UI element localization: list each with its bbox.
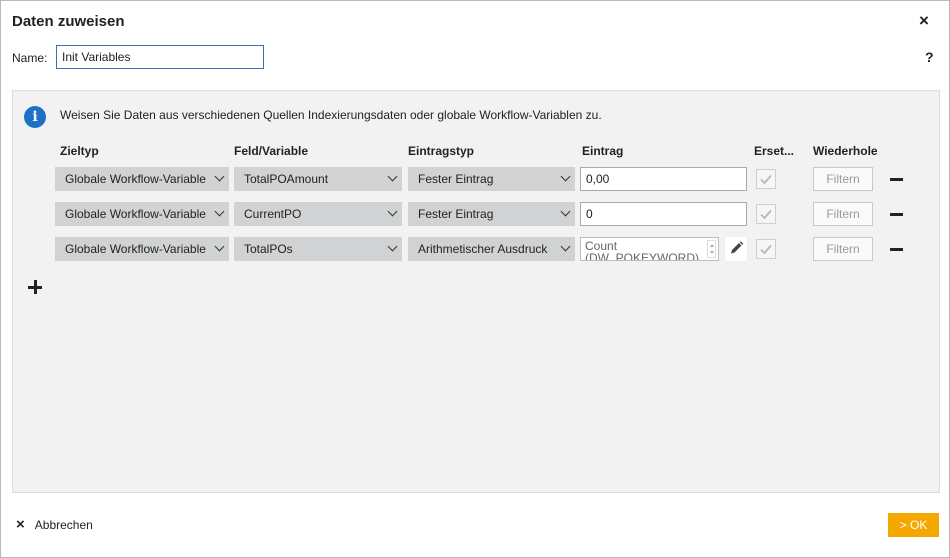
eintragstyp-select[interactable]: Fester Eintrag [408,202,575,226]
info-icon: i [24,106,46,128]
column-header-feld-variable: Feld/Variable [234,144,309,158]
zieltyp-value: Globale Workflow-Variable [65,172,206,186]
ok-button[interactable]: > OK [888,513,939,537]
ersetzen-checkbox[interactable] [756,169,776,189]
eintragstyp-value: Fester Eintrag [418,207,494,221]
add-row-icon[interactable] [28,280,42,294]
ersetzen-checkbox[interactable] [756,239,776,259]
eintragstyp-value: Arithmetischer Ausdruck [418,242,548,256]
zieltyp-select[interactable]: Globale Workflow-Variable [55,237,229,261]
assign-data-dialog: Daten zuweisen × Name: ? i Weisen Sie Da… [0,0,950,558]
filter-button[interactable]: Filtern [813,202,873,226]
filter-button[interactable]: Filtern [813,167,873,191]
expression-value: Count (DW_POKEYWORD) [585,239,699,261]
eintragstyp-select[interactable]: Fester Eintrag [408,167,575,191]
remove-row-icon[interactable] [890,213,903,216]
zieltyp-value: Globale Workflow-Variable [65,242,206,256]
check-icon [760,244,772,255]
close-icon[interactable]: × [919,11,929,31]
chevron-down-icon [560,241,571,252]
feld-variable-value: CurrentPO [244,207,302,221]
chevron-down-icon [560,206,571,217]
assignment-panel: i Weisen Sie Daten aus verschiedenen Que… [12,90,940,493]
chevron-down-icon [214,241,225,252]
column-header-ersetzen: Erset... [754,144,795,158]
chevron-down-icon [387,241,398,252]
check-icon [760,174,772,185]
filter-button[interactable]: Filtern [813,237,873,261]
edit-expression-button[interactable] [725,237,747,261]
chevron-down-icon [387,206,398,217]
feld-variable-select[interactable]: TotalPOs [234,237,402,261]
spinner-arrows-icon[interactable] [707,240,716,258]
column-header-eintragstyp: Eintragstyp [408,144,475,158]
cancel-button[interactable]: × Abbrechen [16,516,93,534]
remove-row-icon[interactable] [890,178,903,181]
column-header-zieltyp: Zieltyp [60,144,99,158]
pencil-icon [731,241,744,254]
expression-textarea[interactable]: Count (DW_POKEYWORD) [580,237,719,261]
dialog-title: Daten zuweisen [12,13,125,30]
feld-variable-value: TotalPOs [244,242,293,256]
cancel-label: Abbrechen [34,518,93,532]
ersetzen-checkbox[interactable] [756,204,776,224]
column-header-eintrag: Eintrag [582,144,624,158]
remove-row-icon[interactable] [890,248,903,251]
close-icon: × [16,516,25,533]
chevron-down-icon [214,206,225,217]
info-text: Weisen Sie Daten aus verschiedenen Quell… [60,108,602,122]
check-icon [760,209,772,220]
eintragstyp-value: Fester Eintrag [418,172,494,186]
name-label: Name: [12,51,48,65]
assignment-row: Globale Workflow-Variable TotalPOAmount … [13,167,941,191]
chevron-down-icon [560,171,571,182]
assignment-row: Globale Workflow-Variable TotalPOs Arith… [13,237,941,261]
zieltyp-value: Globale Workflow-Variable [65,207,206,221]
column-header-wiederholen: Wiederholen [813,144,877,158]
zieltyp-select[interactable]: Globale Workflow-Variable [55,167,229,191]
help-icon[interactable]: ? [925,49,934,65]
name-input[interactable] [56,45,264,69]
feld-variable-select[interactable]: TotalPOAmount [234,167,402,191]
eintragstyp-select[interactable]: Arithmetischer Ausdruck [408,237,575,261]
eintrag-input[interactable] [580,202,747,226]
chevron-down-icon [214,171,225,182]
feld-variable-value: TotalPOAmount [244,172,329,186]
feld-variable-select[interactable]: CurrentPO [234,202,402,226]
eintrag-input[interactable] [580,167,747,191]
zieltyp-select[interactable]: Globale Workflow-Variable [55,202,229,226]
assignment-row: Globale Workflow-Variable CurrentPO Fest… [13,202,941,226]
chevron-down-icon [387,171,398,182]
